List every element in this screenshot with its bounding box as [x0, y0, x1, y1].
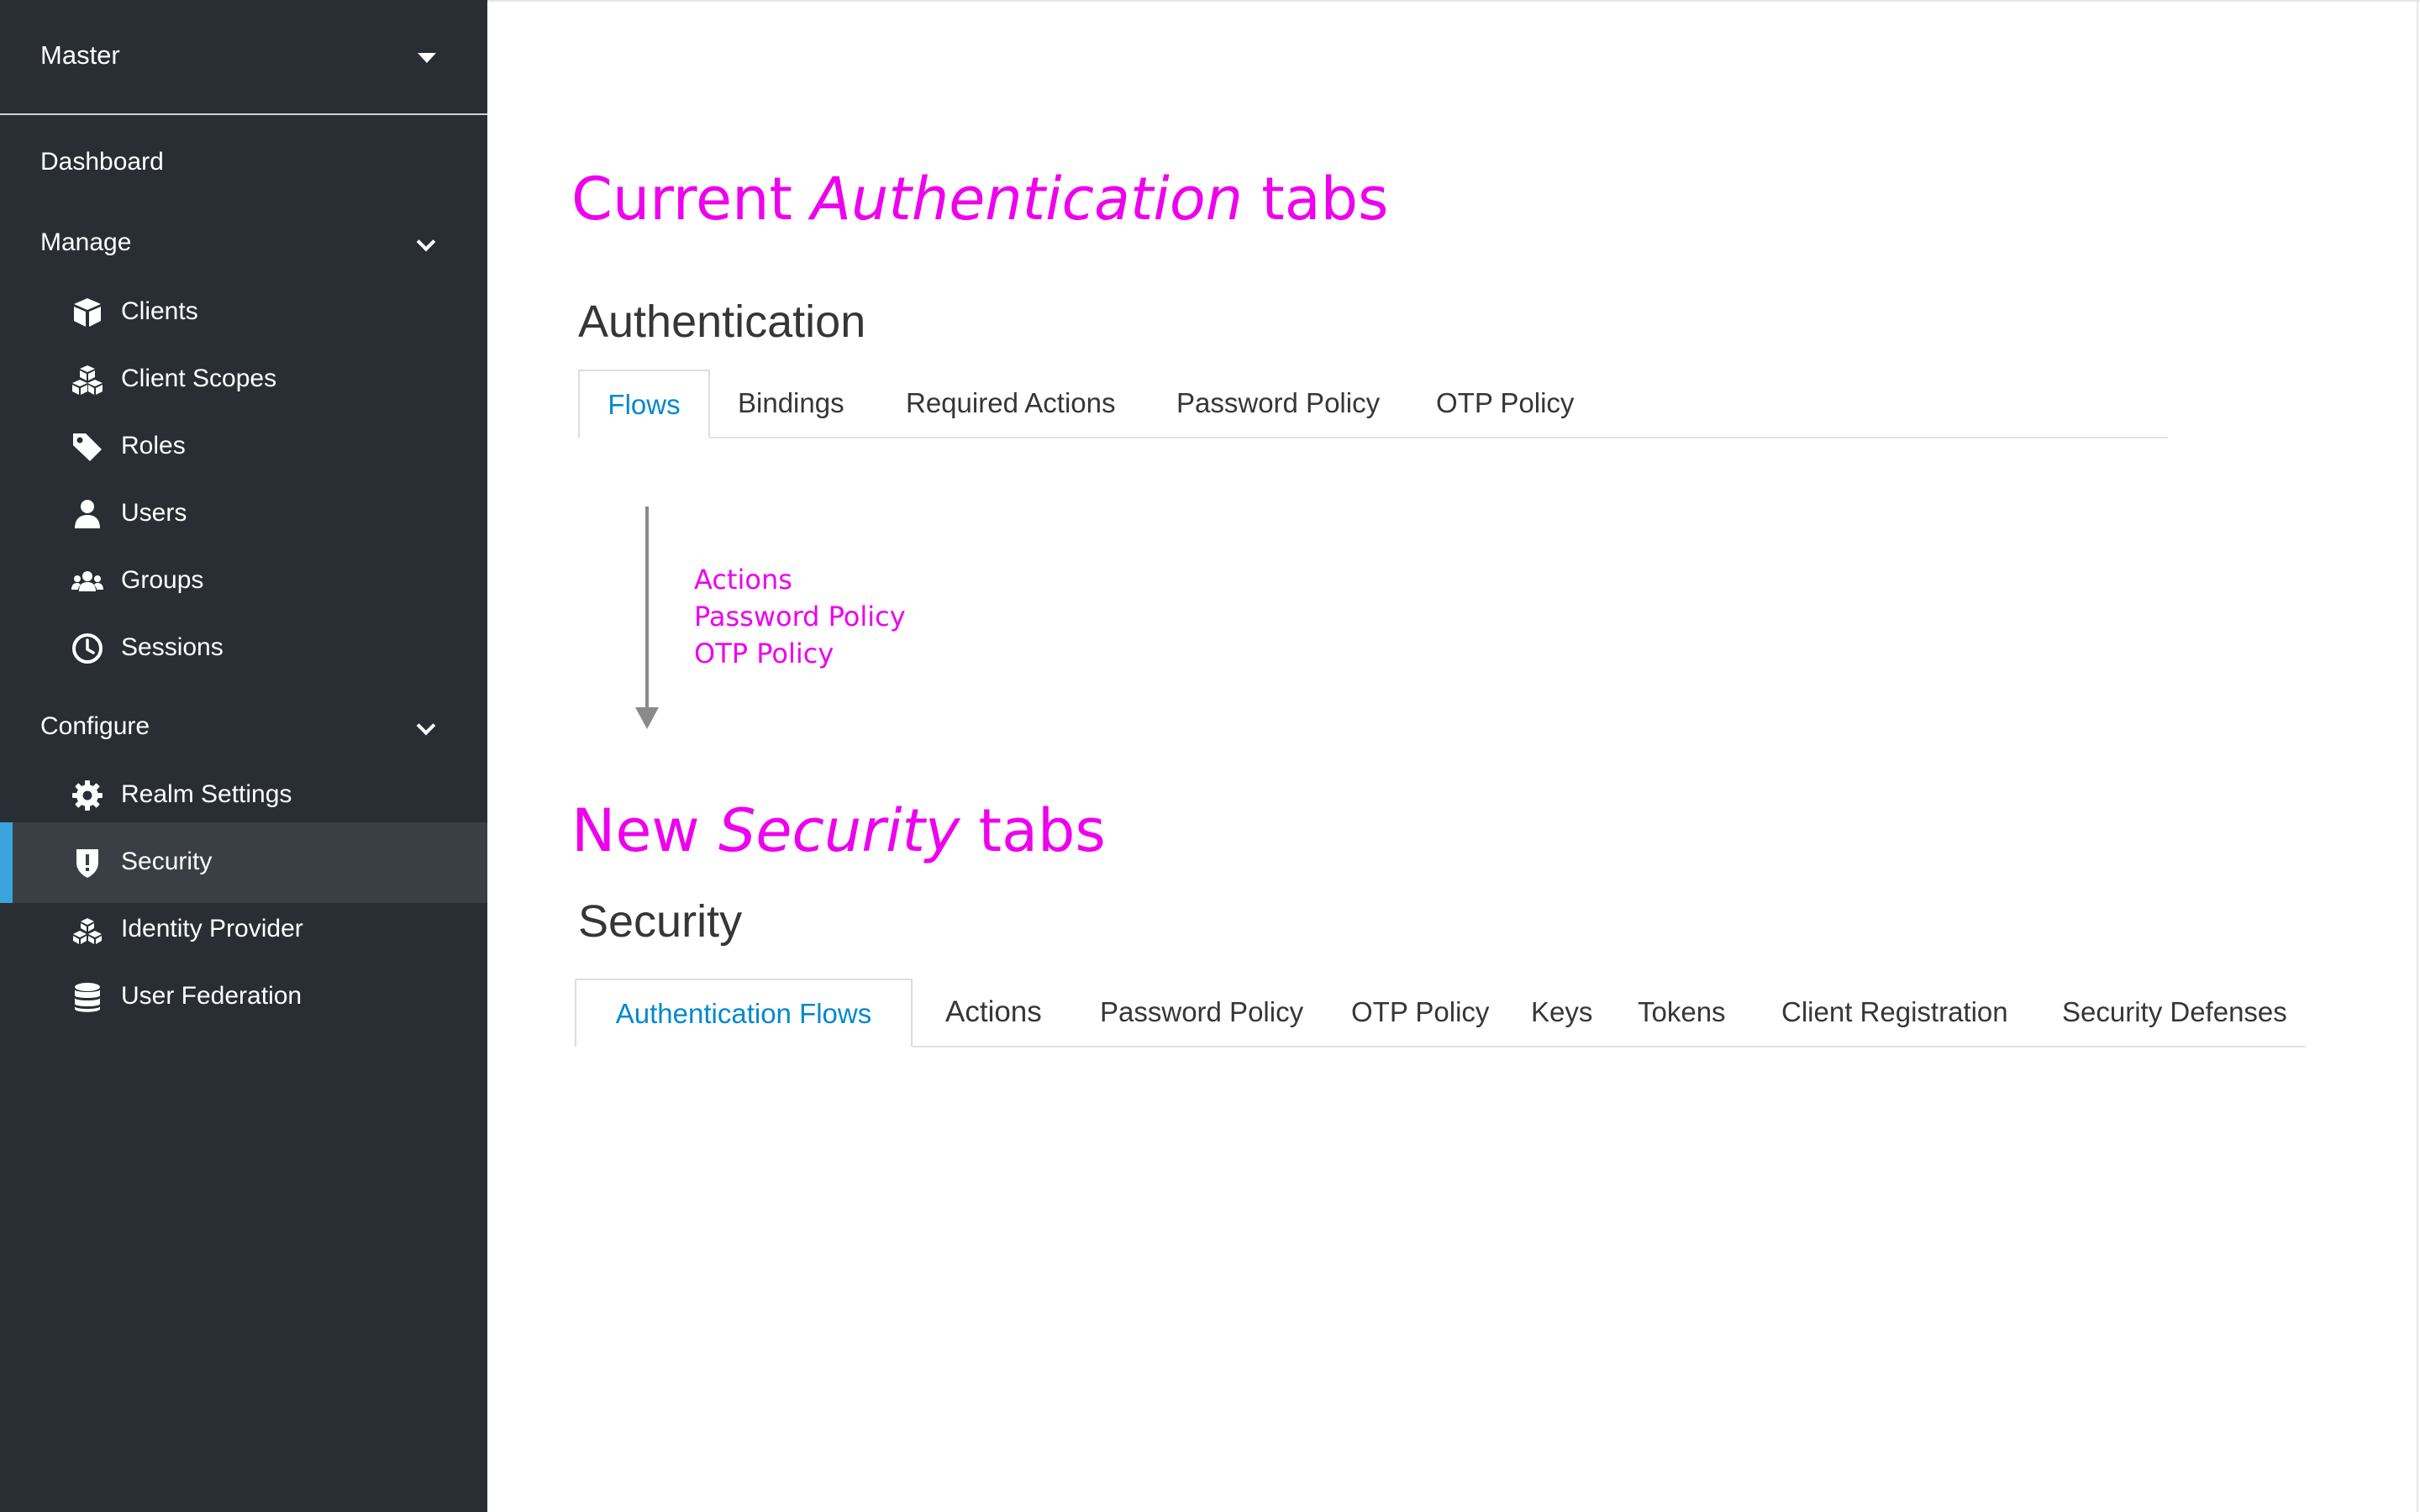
realm-selector[interactable]: Master [0, 0, 487, 115]
tabbar-current: Flows Bindings Required Actions Password… [578, 370, 2168, 438]
gear-icon [72, 780, 103, 811]
sidebar-item-label: Realm Settings [121, 780, 292, 808]
tab-security-defenses[interactable]: Security Defenses [2062, 979, 2287, 1046]
annotation-emphasis: Security [718, 796, 960, 865]
annotation-prefix: New [571, 796, 718, 865]
annotation-suffix: tabs [960, 796, 1106, 865]
tag-icon [73, 433, 102, 461]
tab-tokens[interactable]: Tokens [1638, 979, 1726, 1046]
annotation-current-heading: Current Authentication tabs [571, 165, 1389, 234]
page-title-authentication: Authentication [578, 297, 866, 347]
chevron-down-icon [416, 716, 436, 736]
database-icon [75, 983, 100, 1012]
stacked-cubes-icon [73, 918, 102, 944]
cube-icon [74, 298, 101, 327]
sidebar: Master Dashboard Manage Clients Client S… [0, 0, 487, 1512]
annotation-moved-item: Actions [694, 564, 792, 596]
sidebar-item-roles[interactable]: Roles [0, 413, 487, 480]
section-label-configure: Configure [40, 712, 150, 740]
move-arrow-line [645, 507, 649, 712]
annotation-prefix: Current [571, 165, 812, 234]
frame-right-border [2417, 0, 2418, 1512]
tab-authentication-flows[interactable]: Authentication Flows [575, 979, 913, 1047]
sidebar-item-label: Roles [121, 432, 186, 459]
sidebar-item-security[interactable]: Security [0, 822, 487, 903]
annotation-emphasis: Authentication [811, 165, 1244, 234]
sidebar-item-realm-settings[interactable]: Realm Settings [0, 762, 487, 829]
sidebar-item-dashboard[interactable]: Dashboard [40, 148, 164, 176]
tab-otp-policy[interactable]: OTP Policy [1351, 979, 1489, 1046]
page-title-security: Security [578, 896, 743, 947]
sidebar-item-label: Client Scopes [121, 365, 277, 392]
tab-bindings[interactable]: Bindings [738, 370, 844, 437]
sidebar-item-identity-provider[interactable]: Identity Provider [0, 896, 487, 963]
section-configure[interactable]: Configure [0, 704, 487, 754]
sidebar-item-label: Groups [121, 566, 204, 594]
caret-down-icon [418, 53, 436, 63]
tab-password-policy[interactable]: Password Policy [1100, 979, 1303, 1046]
tab-flows[interactable]: Flows [578, 370, 710, 438]
sidebar-item-label: Security [121, 848, 213, 875]
section-manage[interactable]: Manage [0, 220, 487, 270]
sidebar-item-groups[interactable]: Groups [0, 548, 487, 615]
tab-required-actions[interactable]: Required Actions [906, 370, 1115, 437]
sidebar-item-label: Identity Provider [121, 915, 303, 942]
sidebar-item-user-federation[interactable]: User Federation [0, 963, 487, 1031]
sidebar-item-label: Users [121, 499, 187, 527]
tab-otp-policy[interactable]: OTP Policy [1436, 370, 1574, 437]
users-icon [71, 571, 103, 591]
sidebar-item-label: User Federation [121, 982, 302, 1010]
annotation-moved-item: OTP Policy [694, 638, 834, 669]
user-icon [75, 500, 100, 528]
tab-actions[interactable]: Actions [945, 979, 1042, 1046]
tab-client-registration[interactable]: Client Registration [1781, 979, 2008, 1046]
sidebar-item-clients[interactable]: Clients [0, 279, 487, 346]
chevron-down-icon [416, 232, 436, 252]
clock-icon [72, 633, 103, 664]
sidebar-item-users[interactable]: Users [0, 480, 487, 548]
frame-top-border [487, 0, 2420, 2]
sidebar-item-label: Sessions [121, 633, 224, 661]
annotation-suffix: tabs [1243, 165, 1389, 234]
realm-name: Master [40, 40, 120, 70]
tab-password-policy[interactable]: Password Policy [1176, 370, 1380, 437]
annotation-moved-items: Actions Password Policy OTP Policy [694, 561, 906, 672]
shield-icon [76, 849, 98, 878]
arrow-down-icon [635, 707, 659, 729]
annotation-moved-item: Password Policy [694, 601, 906, 633]
tabbar-new: Authentication Flows Actions Password Po… [575, 979, 2306, 1047]
tab-keys[interactable]: Keys [1531, 979, 1592, 1046]
cubes-icon [72, 365, 103, 395]
sidebar-item-sessions[interactable]: Sessions [0, 615, 487, 682]
sidebar-item-label: Clients [121, 297, 198, 325]
section-label-manage: Manage [40, 228, 132, 256]
annotation-new-heading: New Security tabs [571, 796, 1106, 865]
sidebar-item-client-scopes[interactable]: Client Scopes [0, 346, 487, 413]
